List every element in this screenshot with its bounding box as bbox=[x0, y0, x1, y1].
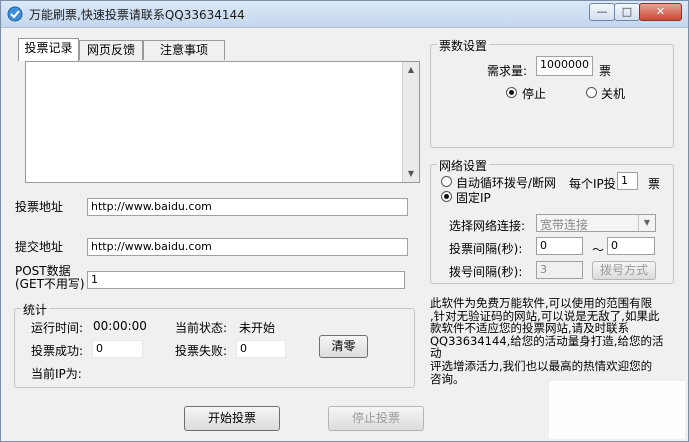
network-settings-title: 网络设置 bbox=[437, 157, 490, 174]
dial-mode-button[interactable]: 拨号方式 bbox=[592, 261, 656, 280]
info-line: QQ33634144,给您的活动量身打造,给您的活动 bbox=[430, 333, 664, 361]
vertical-scrollbar[interactable]: ▲ ▼ bbox=[402, 62, 419, 182]
minimize-button[interactable]: — bbox=[589, 3, 615, 21]
vote-interval-max-input[interactable]: 0 bbox=[607, 237, 655, 255]
current-ip-label: 当前IP为: bbox=[31, 367, 82, 381]
dial-interval-input[interactable]: 3 bbox=[536, 261, 583, 279]
fail-label: 投票失败: bbox=[175, 344, 228, 358]
option-dial-radio[interactable] bbox=[441, 176, 452, 187]
close-button[interactable]: ✕ bbox=[639, 3, 682, 21]
stop-vote-button[interactable]: 停止投票 bbox=[328, 406, 424, 431]
app-window: 万能刷票,快速投票请联系QQ33634144 — □ ✕ 投票记录 网页反馈 注… bbox=[0, 0, 689, 442]
clear-button[interactable]: 清零 bbox=[319, 335, 368, 358]
tab-web-feedback[interactable]: 网页反馈 bbox=[79, 40, 143, 60]
required-unit: 票 bbox=[599, 64, 612, 78]
option-shutdown-label[interactable]: 关机 bbox=[601, 85, 625, 102]
close-icon: ✕ bbox=[655, 5, 666, 18]
vote-url-input[interactable]: http://www.baidu.com bbox=[87, 198, 408, 216]
connection-value: 宽带连接 bbox=[540, 218, 589, 232]
maximize-icon: □ bbox=[621, 5, 633, 18]
ticket-settings-title: 票数设置 bbox=[437, 37, 490, 54]
watermark-overlay bbox=[549, 381, 685, 439]
vote-interval-separator: ～ bbox=[592, 243, 605, 257]
submit-url-label: 提交地址 bbox=[15, 240, 64, 254]
title-bar[interactable]: 万能刷票,快速投票请联系QQ33634144 — □ ✕ bbox=[1, 1, 688, 28]
info-line: 款软件不适应您的投票网站,请及时联系 bbox=[430, 321, 630, 336]
info-line: 评选增添活力,我们也以最高的热情欢迎您的 bbox=[430, 358, 653, 373]
submit-url-input[interactable]: http://www.baidu.com bbox=[87, 238, 408, 256]
option-fixed-radio[interactable] bbox=[441, 191, 452, 202]
state-label: 当前状态: bbox=[175, 321, 228, 335]
run-time-label: 运行时间: bbox=[31, 321, 84, 335]
required-input[interactable]: 1000000 bbox=[536, 56, 593, 76]
post-data-input[interactable]: 1 bbox=[87, 271, 405, 289]
required-label: 需求量: bbox=[487, 64, 528, 78]
connection-label: 选择网络连接: bbox=[449, 219, 526, 233]
maximize-button[interactable]: □ bbox=[614, 3, 640, 21]
info-text: 此软件为免费万能软件,可以使用的范围有限 ,针对无验证码的网站,可以说是无敌了,… bbox=[430, 297, 670, 385]
minimize-icon: — bbox=[596, 5, 608, 18]
tab-notes[interactable]: 注意事项 bbox=[143, 40, 225, 60]
vote-url-label: 投票地址 bbox=[15, 200, 64, 214]
scroll-down-icon[interactable]: ▼ bbox=[403, 166, 419, 182]
app-icon bbox=[7, 6, 23, 22]
start-vote-button[interactable]: 开始投票 bbox=[184, 406, 280, 431]
run-time-value: 00:00:00 bbox=[93, 319, 147, 333]
connection-select[interactable]: 宽带连接 ▼ bbox=[536, 214, 656, 232]
fail-count: 0 bbox=[236, 340, 286, 358]
window-title: 万能刷票,快速投票请联系QQ33634144 bbox=[29, 8, 245, 22]
option-shutdown-radio[interactable] bbox=[586, 87, 597, 98]
per-ip-input[interactable]: 1 bbox=[617, 172, 638, 190]
tab-vote-log[interactable]: 投票记录 bbox=[18, 38, 79, 61]
option-stop-radio[interactable] bbox=[506, 87, 517, 98]
stats-title: 统计 bbox=[21, 301, 50, 318]
vote-log-textarea[interactable]: ▲ ▼ bbox=[25, 61, 420, 183]
option-stop-label[interactable]: 停止 bbox=[522, 85, 546, 102]
success-label: 投票成功: bbox=[31, 344, 84, 358]
success-count: 0 bbox=[92, 340, 143, 358]
option-fixed-label[interactable]: 固定IP bbox=[456, 189, 491, 206]
per-ip-label: 每个IP投 bbox=[569, 177, 616, 191]
per-ip-unit: 票 bbox=[648, 177, 661, 191]
post-data-sublabel: (GET不用写) bbox=[15, 277, 85, 291]
dial-interval-label: 拨号间隔(秒): bbox=[449, 265, 523, 279]
scroll-up-icon[interactable]: ▲ bbox=[403, 62, 419, 78]
vote-interval-min-input[interactable]: 0 bbox=[536, 237, 583, 255]
chevron-down-icon: ▼ bbox=[638, 215, 655, 231]
info-line: 此软件为免费万能软件,可以使用的范围有限 bbox=[430, 296, 653, 310]
state-value: 未开始 bbox=[239, 321, 276, 335]
vote-interval-label: 投票间隔(秒): bbox=[449, 242, 523, 256]
